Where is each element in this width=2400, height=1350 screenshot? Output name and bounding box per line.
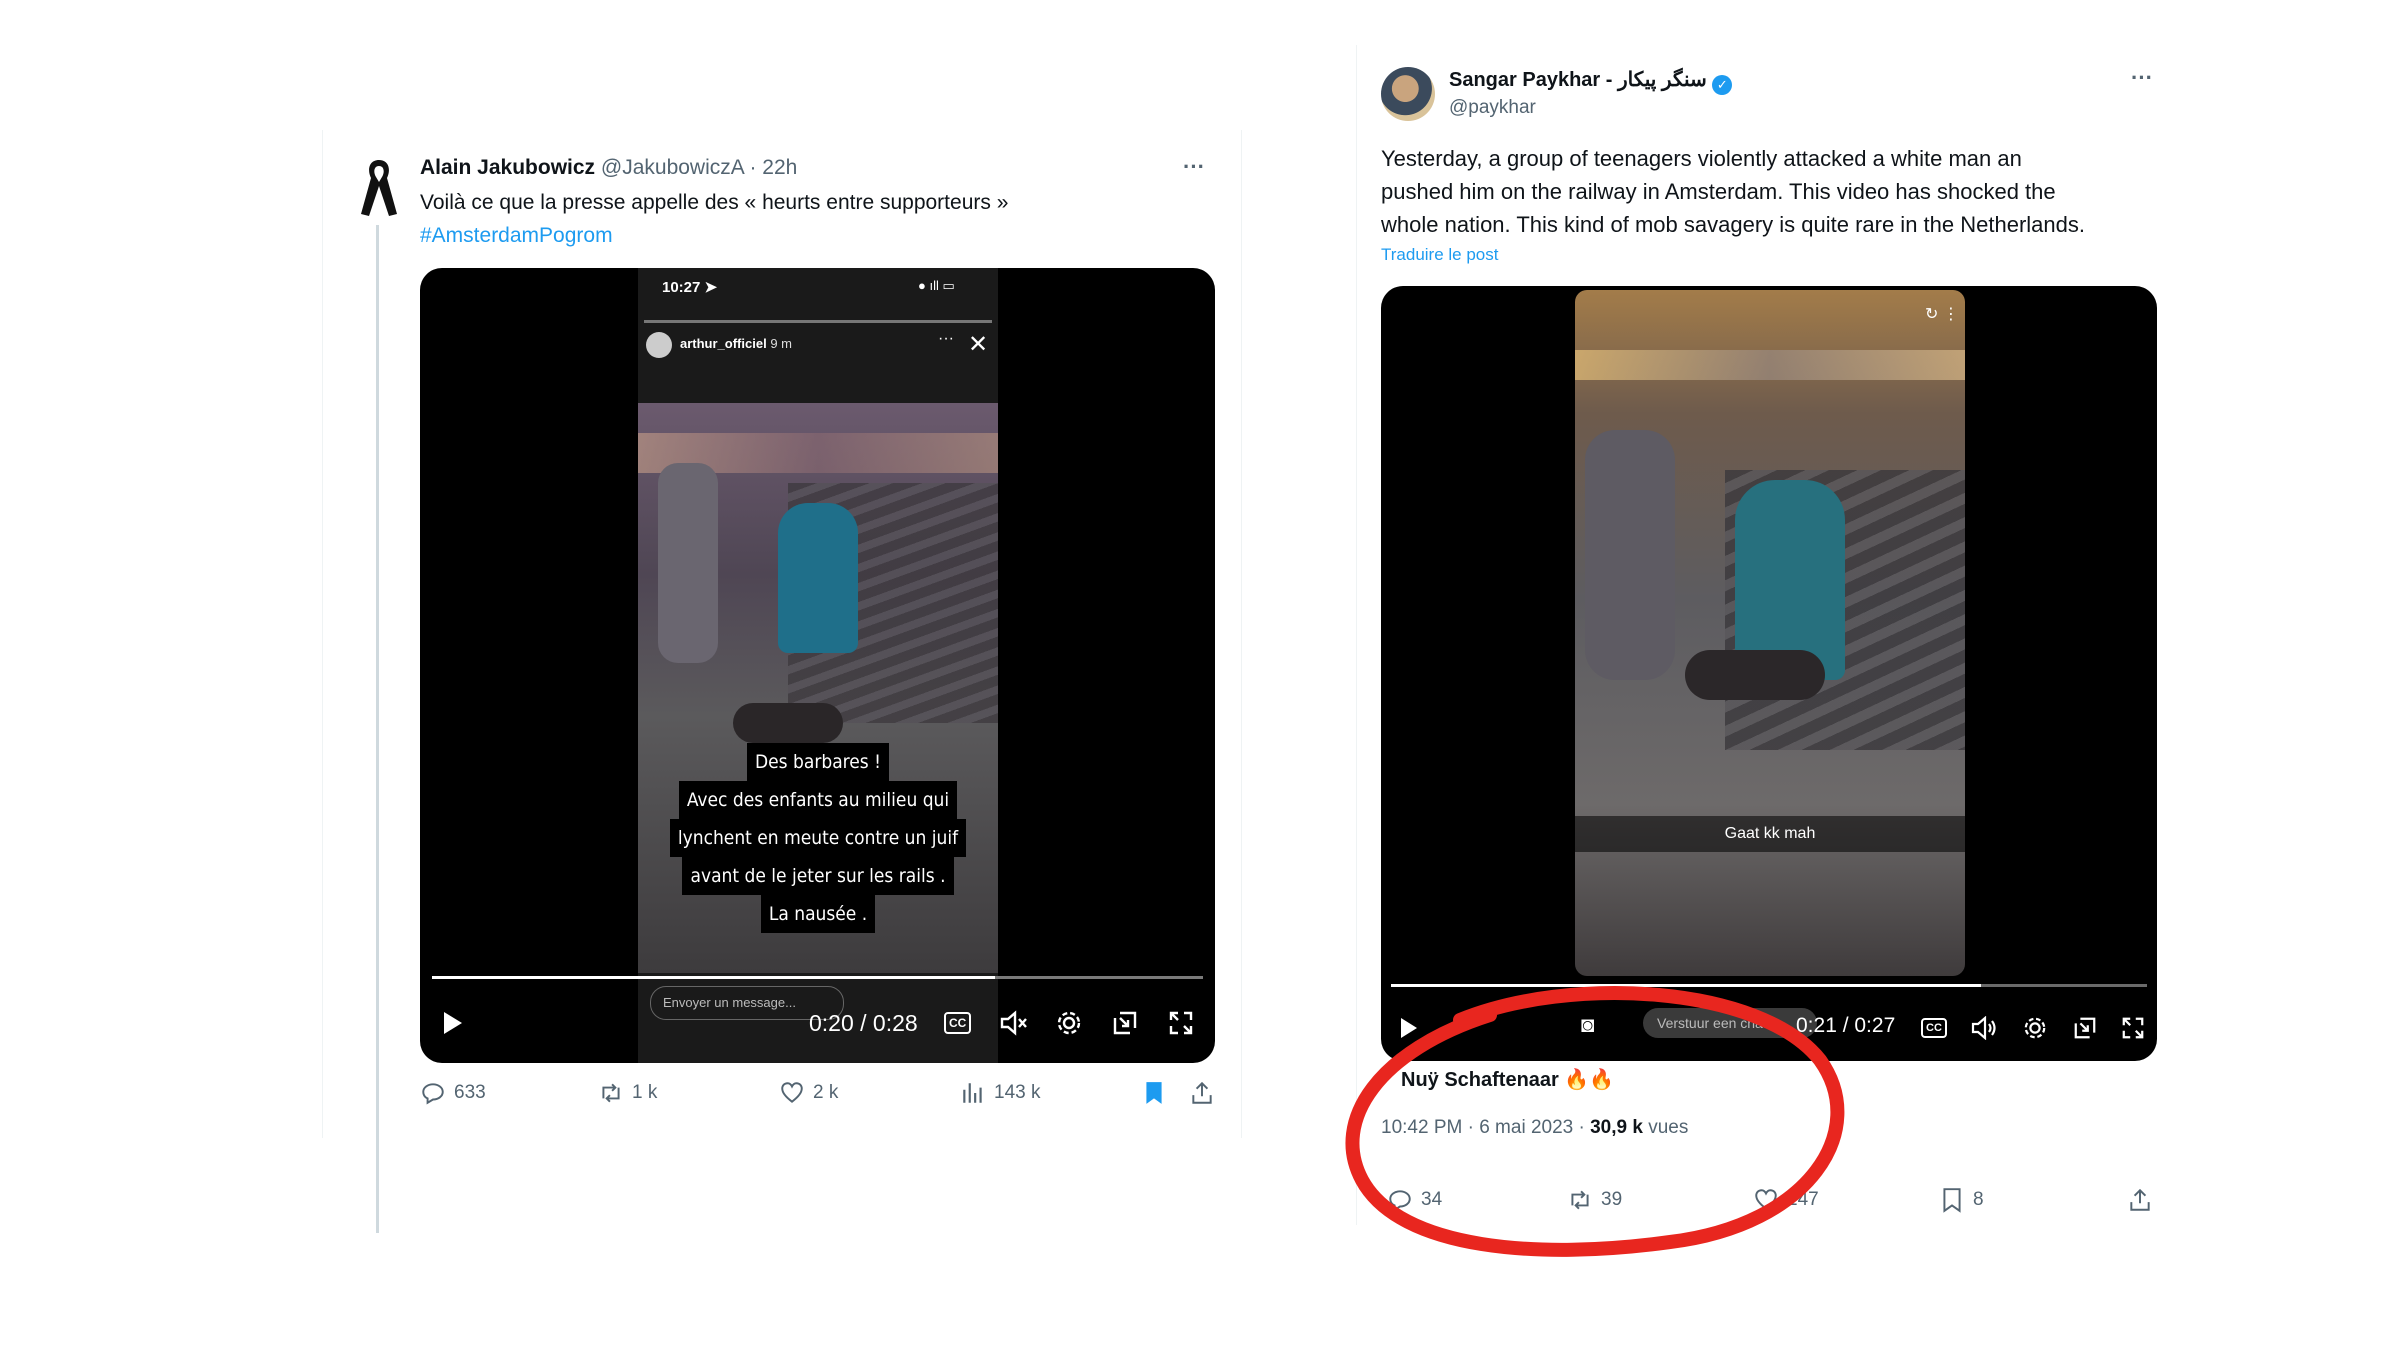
video-more-icon[interactable]: ↻ ⋮: [1925, 304, 1959, 324]
story-close-icon[interactable]: ✕: [968, 330, 988, 359]
settings-icon[interactable]: [1056, 1010, 1082, 1041]
captions-icon[interactable]: CC: [1921, 1018, 1947, 1038]
pip-icon[interactable]: [1112, 1010, 1138, 1041]
author-handle[interactable]: @paykhar: [1449, 97, 1536, 119]
phone-time: 10:27: [662, 279, 701, 296]
reply-button[interactable]: 633: [420, 1080, 486, 1106]
author-name[interactable]: Sangar Paykhar - سنگر پیکار: [1449, 69, 1707, 91]
caption-line: lynchent en meute contre un juif: [669, 819, 967, 857]
video-caption: Des barbares ! Avec des enfants au milie…: [638, 743, 998, 933]
bookmark-count: 8: [1973, 1189, 1984, 1210]
video-progress-fill: [432, 976, 995, 979]
caption-line: Avec des enfants au milieu qui: [678, 781, 958, 819]
reply-icon: [422, 1083, 444, 1105]
caption-line: Des barbares !: [746, 743, 889, 781]
settings-icon[interactable]: [2023, 1016, 2047, 1045]
story-age: 9 m: [770, 336, 792, 351]
like-count: 2 k: [813, 1082, 839, 1103]
video-progress-track[interactable]: [432, 976, 1203, 979]
bookmark-icon: [1943, 1188, 1961, 1213]
tweet-left: Alain Jakubowicz @JakubowiczA · 22h ··· …: [322, 130, 1242, 1233]
avatar-ribbon[interactable]: [357, 156, 401, 218]
bookmark-button[interactable]: 8: [1939, 1187, 1984, 1213]
volume-icon[interactable]: [1971, 1015, 1999, 1045]
translate-link[interactable]: Traduire le post: [1381, 245, 1498, 265]
story-user: arthur_officiel: [680, 336, 767, 351]
share-icon[interactable]: [2127, 1187, 2153, 1213]
share-icon[interactable]: [1189, 1080, 1215, 1106]
fullscreen-icon[interactable]: [1168, 1010, 1194, 1041]
video-time: 0:20 / 0:28: [809, 1010, 918, 1036]
tweet-text-line: whole nation. This kind of mob savagery …: [1381, 212, 2085, 237]
video-frame: Gaat kk mah ↻ ⋮: [1575, 290, 1965, 976]
caption-line: avant de le jeter sur les rails .: [682, 857, 954, 895]
video-player[interactable]: Gaat kk mah ↻ ⋮ ◙ Verstuur een chat 0:21…: [1381, 286, 2157, 1061]
repost-button[interactable]: 1 k: [598, 1080, 657, 1106]
author-name[interactable]: Alain Jakubowicz: [420, 156, 595, 179]
captions-icon[interactable]: CC: [944, 1012, 972, 1034]
reply-count: 633: [454, 1082, 486, 1103]
video-player[interactable]: 10:27 ➤ ● ıll ▭ arthur_officiel 9 m ✕ ··…: [420, 268, 1215, 1063]
verified-badge-icon: ✓: [1712, 75, 1733, 95]
more-button[interactable]: ···: [1183, 154, 1205, 180]
pip-icon[interactable]: [2073, 1016, 2097, 1045]
author-handle-time[interactable]: @JakubowiczA · 22h: [601, 156, 797, 179]
views-button[interactable]: 143 k: [960, 1080, 1040, 1106]
story-more-icon[interactable]: ···: [938, 330, 954, 348]
tweet-text-line: pushed him on the railway in Amsterdam. …: [1381, 179, 2056, 204]
caption-line: La nausée .: [760, 895, 876, 933]
video-caption: Gaat kk mah: [1724, 825, 1816, 842]
repost-icon: [602, 1083, 620, 1103]
story-frame: 10:27 ➤ ● ıll ▭ arthur_officiel 9 m ✕ ··…: [638, 268, 998, 1063]
more-button[interactable]: ···: [2131, 65, 2153, 91]
views-icon: [963, 1083, 982, 1103]
views-count: 143 k: [994, 1082, 1041, 1103]
heart-icon: [781, 1082, 803, 1103]
play-icon[interactable]: [442, 1010, 464, 1042]
repost-count: 1 k: [632, 1082, 658, 1103]
bookmark-icon[interactable]: [1141, 1080, 1167, 1106]
story-avatar: [646, 332, 672, 358]
tweet-text: Voilà ce que la presse appelle des « heu…: [420, 191, 1009, 214]
avatar[interactable]: [1381, 67, 1435, 121]
red-annotation-circle: [1345, 986, 1845, 1257]
tweet-text-line: Yesterday, a group of teenagers violentl…: [1381, 146, 2022, 171]
like-button[interactable]: 2 k: [779, 1080, 838, 1106]
phone-status-icons: ● ıll ▭: [918, 278, 955, 293]
fullscreen-icon[interactable]: [2121, 1016, 2145, 1045]
hashtag-link[interactable]: #AmsterdamPogrom: [420, 219, 1220, 252]
mute-icon[interactable]: [1000, 1010, 1028, 1041]
thread-line: [376, 225, 379, 1233]
